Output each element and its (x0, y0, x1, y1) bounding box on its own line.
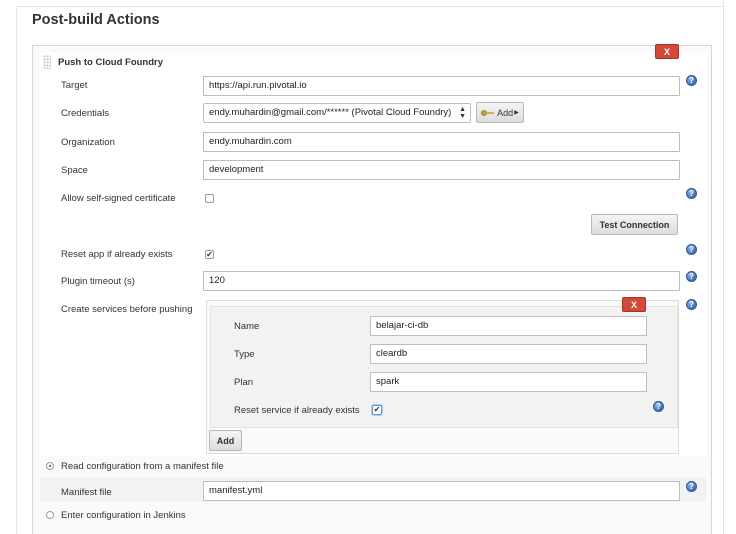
target-label: Target (61, 80, 88, 91)
plugin-timeout-input[interactable]: 120 (203, 271, 680, 291)
right-divider (723, 0, 724, 534)
help-icon[interactable]: ? (653, 401, 664, 412)
organization-input[interactable]: endy.muhardin.com (203, 132, 680, 152)
add-service-button[interactable]: Add (209, 430, 242, 451)
service-name-label: Name (234, 321, 260, 332)
help-icon[interactable]: ? (686, 244, 697, 255)
create-services-label: Create services before pushing (61, 304, 193, 315)
help-icon[interactable]: ? (686, 299, 697, 310)
credentials-label: Credentials (61, 108, 110, 119)
service-type-input[interactable]: cleardb (370, 344, 647, 364)
key-icon (481, 109, 495, 116)
select-arrows-icon: ▲ ▼ (459, 106, 466, 120)
manifest-radio[interactable] (46, 462, 54, 470)
space-input[interactable]: development (203, 160, 680, 180)
space-label: Space (61, 165, 88, 176)
add-credentials-label: Add (497, 107, 514, 118)
manifest-option-label: Read configuration from a manifest file (61, 461, 224, 472)
section-title: Post-build Actions (32, 12, 160, 28)
drag-handle-icon[interactable] (43, 55, 51, 69)
test-connection-button[interactable]: Test Connection (591, 214, 678, 235)
jenkins-config-label: Enter configuration in Jenkins (61, 510, 186, 521)
target-input[interactable]: https://api.run.pivotal.io (203, 76, 680, 96)
service-plan-input[interactable]: spark (370, 372, 647, 392)
credentials-selected: endy.muhardin@gmail.com/****** (Pivotal … (209, 107, 452, 118)
delete-service-button[interactable]: X (622, 297, 646, 312)
reset-app-checkbox[interactable]: ✔ (205, 250, 214, 259)
dropdown-icon: ▶ (514, 110, 519, 116)
left-divider (16, 6, 17, 534)
delete-step-button[interactable]: X (655, 44, 679, 59)
step-title: Push to Cloud Foundry (58, 57, 164, 68)
manifest-file-input[interactable]: manifest.yml (203, 481, 680, 501)
service-type-label: Type (234, 349, 255, 360)
organization-label: Organization (61, 137, 115, 148)
self-signed-label: Allow self-signed certificate (61, 193, 176, 204)
service-plan-label: Plan (234, 377, 254, 388)
help-icon[interactable]: ? (686, 481, 697, 492)
plugin-timeout-label: Plugin timeout (s) (61, 276, 135, 287)
add-credentials-button[interactable]: Add ▶ (476, 102, 524, 123)
reset-app-label: Reset app if already exists (61, 249, 173, 260)
reset-service-label: Reset service if already exists (234, 405, 360, 416)
help-icon[interactable]: ? (686, 271, 697, 282)
jenkins-config-radio[interactable] (46, 511, 54, 519)
top-divider (16, 6, 724, 7)
help-icon[interactable]: ? (686, 188, 697, 199)
self-signed-checkbox[interactable] (205, 194, 214, 203)
reset-service-checkbox[interactable]: ✔ (372, 405, 382, 415)
manifest-file-label: Manifest file (61, 487, 112, 498)
service-name-input[interactable]: belajar-ci-db (370, 316, 647, 336)
help-icon[interactable]: ? (686, 75, 697, 86)
credentials-select[interactable]: endy.muhardin@gmail.com/****** (Pivotal … (203, 103, 471, 123)
